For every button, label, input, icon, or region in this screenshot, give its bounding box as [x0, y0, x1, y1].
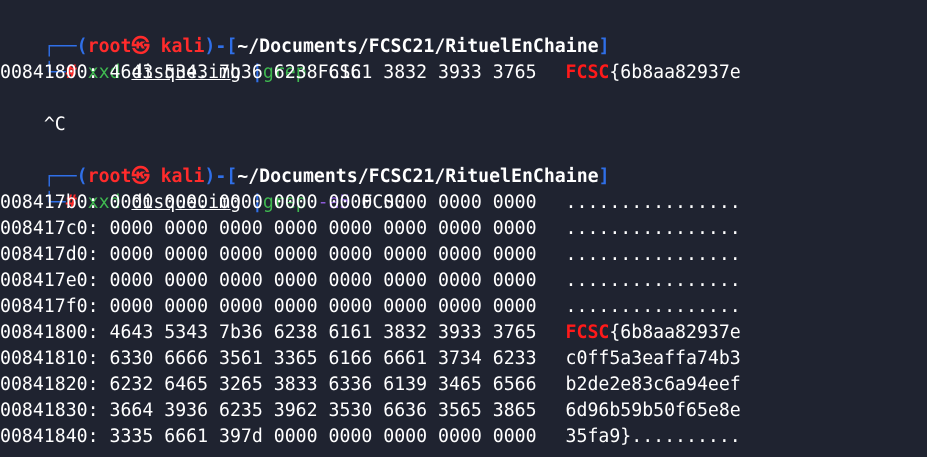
output-line: 00841840: 3335 6661 397d 0000 0000 0000 … [0, 424, 927, 450]
terminal-window[interactable]: ┌──(root㉿ kali)-[~/Documents/FCSC21/Ritu… [0, 8, 927, 450]
hex-dump: 00841840: 3335 6661 397d 0000 0000 0000 … [0, 426, 537, 447]
hex-dump: 00841800: 4643 5343 7b36 6238 6161 3832 … [0, 322, 537, 343]
prompt-header: ┌──(root㉿ kali)-[~/Documents/FCSC21/Ritu… [0, 8, 927, 57]
match-highlight: FCSC [565, 62, 610, 83]
ascii-dump: {6b8aa82937e [609, 322, 741, 343]
hex-dump: 008417b0: 0000 0000 0000 0000 0000 0000 … [0, 192, 537, 213]
match-highlight: FCSC [565, 322, 610, 343]
hex-dump: 00841820: 6232 6465 3265 3833 6336 6139 … [0, 374, 537, 395]
ascii-dump: c0ff5a3eaffa74b3 [565, 348, 741, 369]
output-line: 008417f0: 0000 0000 0000 0000 0000 0000 … [0, 294, 927, 320]
interrupt-line: ^C [0, 86, 927, 135]
output-line: 008417c0: 0000 0000 0000 0000 0000 0000 … [0, 216, 927, 242]
output-line: 00841830: 3664 3936 6235 3962 3530 6636 … [0, 398, 927, 424]
hex-dump: 00841830: 3664 3936 6235 3962 3530 6636 … [0, 400, 537, 421]
ascii-dump: ................ [565, 244, 741, 265]
ascii-dump: b2de2e83c6a94eef [565, 374, 741, 395]
output-line: 008417b0: 0000 0000 0000 0000 0000 0000 … [0, 190, 927, 216]
hex-dump: 00841800: 4643 5343 7b36 6238 6161 3832 … [0, 62, 537, 83]
ascii-dump: ................ [565, 296, 741, 317]
ascii-dump: ................ [565, 270, 741, 291]
hex-dump: 008417e0: 0000 0000 0000 0000 0000 0000 … [0, 270, 537, 291]
ascii-dump: ................ [565, 218, 741, 239]
ascii-dump: 35fa9}.......... [565, 426, 741, 447]
hexdump-output: 008417b0: 0000 0000 0000 0000 0000 0000 … [0, 190, 927, 450]
ascii-dump: ................ [565, 192, 741, 213]
hex-dump: 008417d0: 0000 0000 0000 0000 0000 0000 … [0, 244, 537, 265]
command-line[interactable]: └─# xxd disque.img |grep FCSC [0, 34, 927, 83]
interrupt-text: ^C [43, 114, 66, 135]
output-line: 00841800: 4643 5343 7b36 6238 6161 3832 … [0, 320, 927, 346]
output-line: 00841820: 6232 6465 3265 3833 6336 6139 … [0, 372, 927, 398]
ascii-dump: {6b8aa82937e [609, 62, 741, 83]
hex-dump: 00841810: 6330 6666 3561 3365 6166 6661 … [0, 348, 537, 369]
output-line: 00841810: 6330 6666 3561 3365 6166 6661 … [0, 346, 927, 372]
ascii-dump: 6d96b59b50f65e8e [565, 400, 741, 421]
command-line[interactable]: └─# xxd disque.img |grep -a5 FCSC [0, 164, 927, 213]
hex-dump: 008417c0: 0000 0000 0000 0000 0000 0000 … [0, 218, 537, 239]
output-line: 008417e0: 0000 0000 0000 0000 0000 0000 … [0, 268, 927, 294]
hex-dump: 008417f0: 0000 0000 0000 0000 0000 0000 … [0, 296, 537, 317]
output-line: 00841800: 4643 5343 7b36 6238 6161 3832 … [0, 60, 927, 86]
output-line: 008417d0: 0000 0000 0000 0000 0000 0000 … [0, 242, 927, 268]
prompt-header: ┌──(root㉿ kali)-[~/Documents/FCSC21/Ritu… [0, 138, 927, 187]
